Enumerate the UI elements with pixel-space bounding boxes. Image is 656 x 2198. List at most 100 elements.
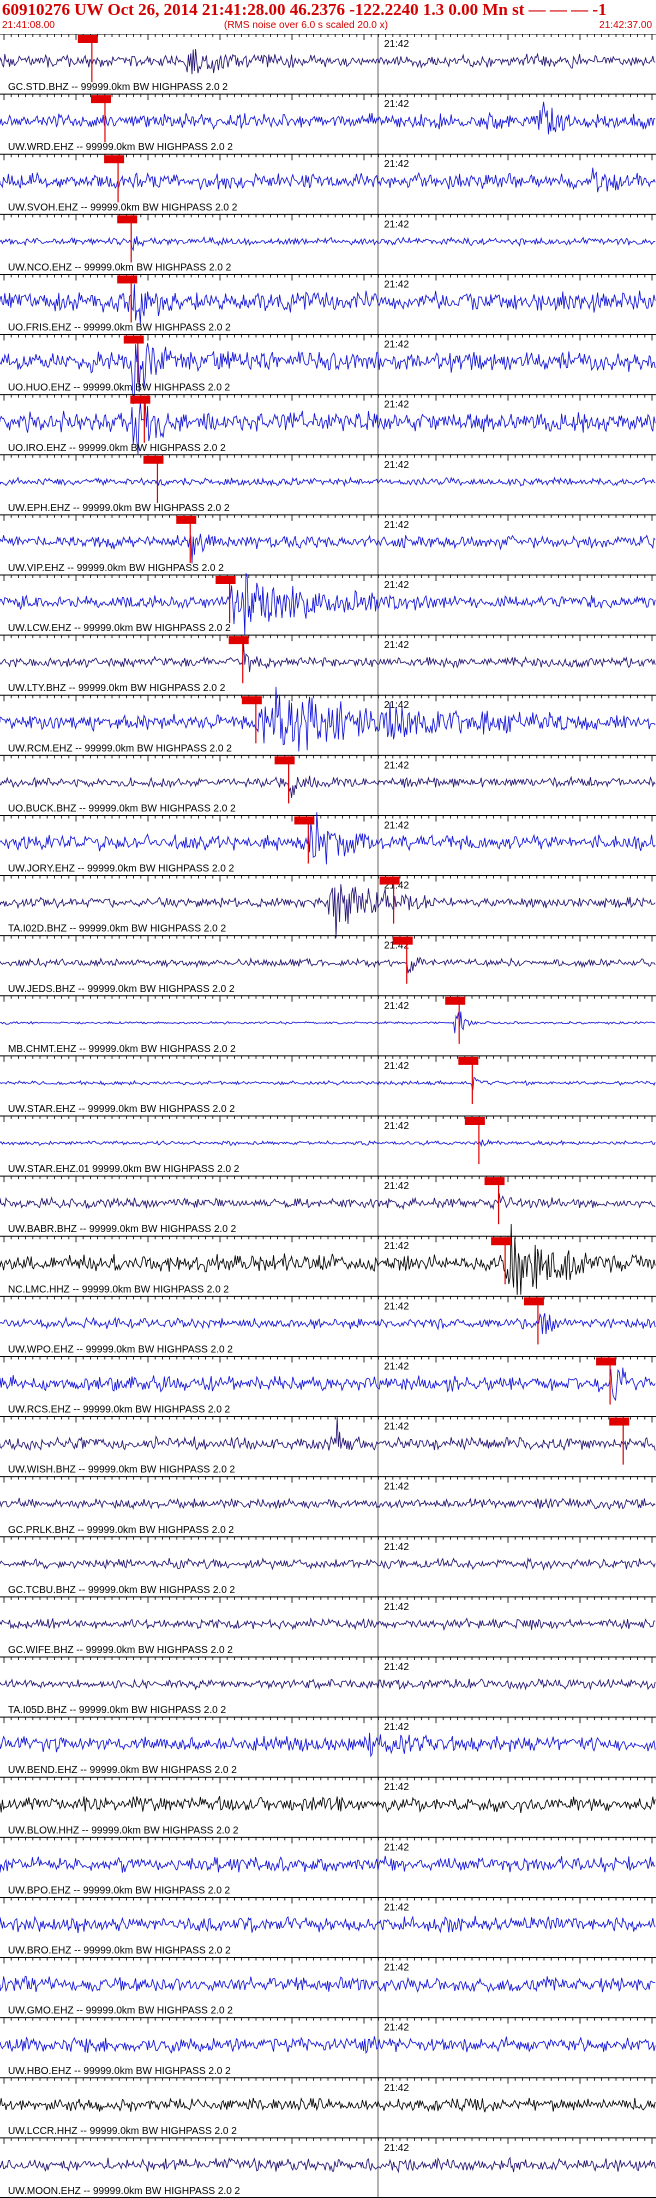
channel-row: 21:42 UW.LCW.EHZ -- 99999.0km BW HIGHPASS… <box>0 573 656 636</box>
channel-row: 21:42 GC.PRLK.BHZ -- 99999.0km BW HIGHPAS… <box>0 1476 656 1537</box>
pick-flag <box>228 636 249 645</box>
channel-label: UW.BABR.BHZ -- 99999.0km BW HIGHPASS 2.0… <box>8 1224 237 1235</box>
waveform-trace <box>0 1497 656 1510</box>
pick-flag <box>274 756 295 765</box>
channel-label: UW.HBO.EHZ -- 99999.0km BW HIGHPASS 2.0 … <box>8 2066 231 2077</box>
channel-row: 21:42 UW.VIP.EHZ -- 99999.0km BW HIGHPASS… <box>0 514 656 575</box>
waveform-trace <box>0 48 656 75</box>
minute-label: 21:42 <box>384 279 409 290</box>
channel-row: 21:42 UW.WRD.EHZ -- 99999.0km BW HIGHPASS… <box>0 93 656 155</box>
pick-flag <box>596 1357 617 1366</box>
channel-label: UO.HUO.EHZ -- 99999.0km BW HIGHPASS 2.0 … <box>8 383 231 394</box>
channel-label: GC.WIFE.BHZ -- 99999.0km BW HIGHPASS 2.0… <box>8 1645 233 1656</box>
waveform-trace <box>0 775 656 799</box>
channel-row: 21:42 UW.EPH.EHZ -- 99999.0km BW HIGHPASS… <box>0 454 656 515</box>
minute-label: 21:42 <box>384 1001 409 1012</box>
minute-label: 21:42 <box>384 820 409 831</box>
pick-flag <box>123 335 144 344</box>
waveform-trace <box>0 236 656 252</box>
channel-label: UW.BPO.EHZ -- 99999.0km BW HIGHPASS 2.0 … <box>8 1885 231 1896</box>
channel-label: UW.WRD.EHZ -- 99999.0km BW HIGHPASS 2.0 … <box>8 142 233 153</box>
minute-label: 21:42 <box>384 1542 409 1553</box>
channel-row: 21:42 UW.JORY.EHZ -- 99999.0km BW HIGHPAS… <box>0 812 656 876</box>
waveform-trace <box>0 1417 656 1452</box>
pick-flag <box>176 515 197 524</box>
rms-note: (RMS noise over 6.0 s scaled 20.0 x) <box>224 20 388 31</box>
channel-row: 21:42 UW.BRO.EHZ -- 99999.0km BW HIGHPASS… <box>0 1896 656 1958</box>
channel-row: 21:42 UW.STAR.EHZ -- 99999.0km BW HIGHPAS… <box>0 1055 656 1116</box>
minute-label: 21:42 <box>384 39 409 50</box>
minute-label: 21:42 <box>384 1482 409 1493</box>
channel-label: UW.STAR.EHZ.01 99999.0km BW HIGHPASS 2.0… <box>8 1164 240 1175</box>
pick-flag <box>215 576 236 584</box>
channel-label: UW.RCS.EHZ -- 99999.0km BW HIGHPASS 2.0 … <box>8 1405 231 1416</box>
minute-label: 21:42 <box>384 99 409 110</box>
waveform-trace <box>0 956 656 974</box>
channel-label: UW.BRO.EHZ -- 99999.0km BW HIGHPASS 2.0 … <box>8 1946 231 1957</box>
pick-flag <box>104 155 125 164</box>
waveform-trace <box>0 1367 656 1402</box>
channel-row: 21:42 UW.MOON.EHZ -- 99999.0km BW HIGHPAS… <box>0 2137 656 2198</box>
channel-row: 21:42 GC.WIFE.BHZ -- 99999.0km BW HIGHPAS… <box>0 1596 656 1657</box>
channel-label: NC.LMC.HHZ -- 99999.0km BW HIGHPASS 2.0 … <box>8 1284 229 1295</box>
minute-label: 21:42 <box>384 1181 409 1192</box>
minute-label: 21:42 <box>384 1902 409 1913</box>
plot-header: 60910276 UW Oct 26, 2014 21:41:28.00 46.… <box>0 0 656 34</box>
waveform-trace <box>0 1193 656 1211</box>
minute-label: 21:42 <box>384 760 409 771</box>
channel-label: UW.WISH.BHZ -- 99999.0km BW HIGHPASS 2.0… <box>8 1465 236 1476</box>
waveform-trace <box>0 1138 656 1148</box>
waveform-trace <box>0 2036 656 2055</box>
pick-flag <box>523 1297 544 1306</box>
minute-label: 21:42 <box>384 1782 409 1793</box>
channel-row: 21:42UW.JEDS.BHZ -- 99999.0km BW HIGHPAS… <box>0 935 656 996</box>
minute-label: 21:42 <box>384 2083 409 2094</box>
channel-label: UW.NCO.EHZ -- 99999.0km BW HIGHPASS 2.0 … <box>8 262 232 273</box>
channel-label: UW.BEND.EHZ -- 99999.0km BW HIGHPASS 2.0… <box>8 1765 237 1776</box>
pick-flag <box>379 876 400 885</box>
minute-label: 21:42 <box>384 1422 409 1433</box>
waveform-trace <box>0 643 656 673</box>
end-time-label: 21:42:37.00 <box>599 20 652 31</box>
event-title: 60910276 UW Oct 26, 2014 21:41:28.00 46.… <box>2 0 607 19</box>
minute-label: 21:42 <box>384 1241 409 1252</box>
waveform-trace <box>0 1732 656 1758</box>
channel-row: 21:42 UO.FRIS.EHZ -- 99999.0km BW HIGHPAS… <box>0 273 656 335</box>
channel-label: UW.LCCR.HHZ -- 99999.0km BW HIGHPASS 2.0… <box>8 2126 237 2137</box>
waveform-trace <box>0 812 656 865</box>
waveform-trace <box>0 1795 656 1813</box>
minute-label: 21:42 <box>384 1722 409 1733</box>
channel-row: 21:42 UW.BABR.BHZ -- 99999.0km BW HIGHPAS… <box>0 1175 656 1237</box>
minute-label: 21:42 <box>384 159 409 170</box>
channel-row: 21:42 UO.HUO.EHZ -- 99999.0km BW HIGHPASS… <box>0 334 656 405</box>
waveform-trace <box>0 1557 656 1571</box>
waveform-trace <box>0 476 656 488</box>
waveform-trace <box>0 101 656 135</box>
channel-label: UW.MOON.EHZ -- 99999.0km BW HIGHPASS 2.0… <box>8 2186 241 2197</box>
minute-label: 21:42 <box>384 2143 409 2154</box>
channel-label: UW.JORY.EHZ -- 99999.0km BW HIGHPASS 2.0… <box>8 864 235 875</box>
minute-label: 21:42 <box>384 1963 409 1974</box>
channel-row: 21:42 MB.CHMT.EHZ -- 99999.0km BW HIGHPAS… <box>0 995 656 1056</box>
channel-label: MB.CHMT.EHZ -- 99999.0km BW HIGHPASS 2.0… <box>8 1044 236 1055</box>
waveform-trace <box>0 1678 656 1691</box>
channel-label: UW.SVOH.EHZ -- 99999.0km BW HIGHPASS 2.0… <box>8 202 238 213</box>
start-time-label: 21:41:08.00 <box>2 20 55 31</box>
channel-label: UO.BUCK.BHZ -- 99999.0km BW HIGHPASS 2.0… <box>8 803 236 814</box>
channel-row: 21:42 UW.RCS.EHZ -- 99999.0km BW HIGHPASS… <box>0 1355 656 1417</box>
channel-label: TA.I02D.BHZ -- 99999.0km BW HIGHPASS 2.0… <box>8 924 226 935</box>
minute-label: 21:42 <box>384 1121 409 1132</box>
channel-row: 21:42 UW.LTY.BHZ -- 99999.0km BW HIGHPASS… <box>0 634 656 696</box>
minute-label: 21:42 <box>384 1602 409 1613</box>
channel-row: 21:42 UW.BLOW.HHZ -- 99999.0km BW HIGHPAS… <box>0 1776 656 1838</box>
channel-label: UO.IRO.EHZ -- 99999.0km BW HIGHPASS 2.0 … <box>8 443 226 454</box>
channel-row: 21:42UW.RCM.EHZ -- 99999.0km BW HIGHPASS… <box>0 686 656 756</box>
channel-row: 21:42 GC.STD.BHZ -- 99999.0km BW HIGHPASS… <box>0 34 656 95</box>
pick-flag <box>445 996 466 1005</box>
channel-row: 21:42 GC.TCBU.BHZ -- 99999.0km BW HIGHPAS… <box>0 1536 656 1597</box>
channel-row: 21:42 UW.NCO.EHZ -- 99999.0km BW HIGHPASS… <box>0 213 656 275</box>
pick-flag <box>464 1117 485 1125</box>
minute-label: 21:42 <box>384 460 409 471</box>
pick-flag <box>77 35 98 43</box>
pick-flag <box>117 215 138 224</box>
